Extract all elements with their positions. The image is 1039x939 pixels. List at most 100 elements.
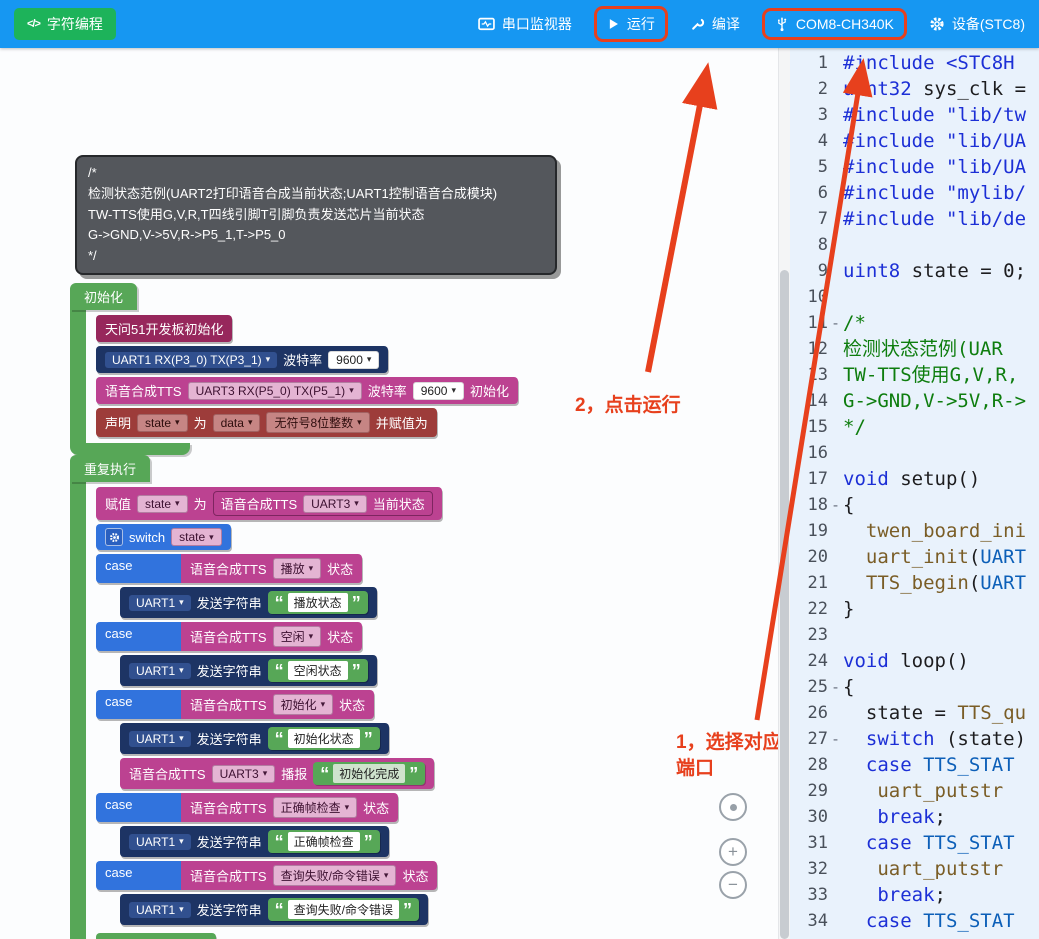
zoom-out-button[interactable]: −: [719, 871, 747, 899]
tts-port-dropdown[interactable]: UART3: [212, 765, 276, 783]
code-line: 14G->GND,V->5V,R->: [790, 388, 1039, 414]
code-line: 27- switch (state): [790, 726, 1039, 752]
uart-init-block[interactable]: UART1 RX(P3_0) TX(P3_1) 波特率 9600: [96, 346, 388, 373]
assign-block[interactable]: 赋值 state 为 语音合成TTS UART3 当前状态: [96, 487, 442, 520]
declare-variable-block[interactable]: 声明 state 为 data 无符号8位整数 并赋值为: [96, 408, 437, 437]
tts-baud-dropdown[interactable]: 9600: [413, 382, 464, 400]
case-keyword[interactable]: case: [96, 554, 181, 583]
run-button[interactable]: 运行: [594, 6, 668, 42]
uart-dropdown[interactable]: UART1: [129, 663, 191, 679]
fold-marker[interactable]: -: [828, 310, 843, 336]
tts-init-suffix: 初始化: [470, 381, 509, 400]
tts-state-dropdown[interactable]: 空闲: [273, 626, 322, 647]
uart-send-block[interactable]: UART1 发送字符串 正确帧检查: [120, 826, 389, 857]
case-keyword[interactable]: case: [96, 793, 181, 822]
tts-state-block[interactable]: 语音合成TTS 查询失败/命令错误 状态: [181, 861, 437, 890]
board-init-block[interactable]: 天问51开发板初始化: [96, 315, 232, 342]
code-text: state = TTS_qu: [843, 700, 1039, 726]
string-block[interactable]: 初始化状态: [268, 727, 380, 750]
uart-send-block[interactable]: UART1 发送字符串 初始化状态: [120, 723, 389, 754]
type-dropdown[interactable]: 无符号8位整数: [266, 412, 369, 433]
code-text: break;: [843, 804, 1039, 830]
port-select-button[interactable]: COM8-CH340K: [762, 8, 907, 40]
loop-hat-label[interactable]: 重复执行: [70, 455, 150, 482]
baud-dropdown[interactable]: 9600: [328, 351, 379, 369]
scrollbar-thumb[interactable]: [780, 270, 789, 939]
fold-gutter: [828, 284, 843, 310]
storage-dropdown[interactable]: data: [213, 414, 261, 432]
send-string-label: 发送字符串: [197, 661, 262, 680]
string-field[interactable]: 正确帧检查: [288, 832, 360, 851]
string-field[interactable]: 初始化完成: [333, 764, 405, 783]
string-field[interactable]: 播放状态: [288, 593, 348, 612]
code-panel[interactable]: 1#include <STC8H2uint32 sys_clk =3#inclu…: [790, 48, 1039, 939]
string-block[interactable]: 查询失败/命令错误: [268, 898, 419, 921]
uart-dropdown[interactable]: UART1: [129, 731, 191, 747]
code-text: void loop(): [843, 648, 1039, 674]
tts-label: 语音合成TTS: [190, 559, 267, 578]
tts-state-block[interactable]: 语音合成TTS 初始化 状态: [181, 690, 374, 719]
tts-state-block[interactable]: 语音合成TTS 正确帧检查 状态: [181, 793, 398, 822]
uart-send-block[interactable]: UART1 发送字符串 查询失败/命令错误: [120, 894, 428, 925]
fold-gutter: [828, 622, 843, 648]
line-number: 12: [790, 336, 828, 362]
uart-port-dropdown[interactable]: UART1 RX(P3_0) TX(P3_1): [105, 352, 277, 368]
serial-monitor-button[interactable]: 串口监视器: [478, 14, 572, 34]
switch-block[interactable]: switch state: [96, 524, 231, 550]
fold-marker[interactable]: -: [828, 492, 843, 518]
code-line: 34 case TTS_STAT: [790, 908, 1039, 934]
tts-port-dropdown[interactable]: UART3 RX(P5_0) TX(P5_1): [188, 382, 362, 400]
tts-state-dropdown[interactable]: 初始化: [273, 694, 334, 715]
fold-gutter: [828, 570, 843, 596]
tts-baud-label: 波特率: [368, 381, 407, 400]
string-field[interactable]: 初始化状态: [288, 729, 360, 748]
fold-gutter: [828, 180, 843, 206]
string-block[interactable]: 播放状态: [268, 591, 368, 614]
compile-button[interactable]: 编译: [690, 14, 740, 34]
line-number: 20: [790, 544, 828, 570]
char-programming-button[interactable]: </> 字符编程: [14, 8, 116, 40]
tts-state-dropdown[interactable]: 查询失败/命令错误: [273, 865, 397, 886]
string-block[interactable]: 初始化完成: [313, 762, 425, 785]
fold-marker[interactable]: -: [828, 726, 843, 752]
init-hat-label[interactable]: 初始化: [70, 283, 137, 310]
canvas-scrollbar[interactable]: [778, 48, 790, 939]
device-button[interactable]: 设备(STC8): [929, 14, 1025, 34]
assign-variable-dropdown[interactable]: state: [137, 495, 188, 513]
zoom-reset-button[interactable]: [719, 793, 747, 821]
string-block[interactable]: 空闲状态: [268, 659, 368, 682]
tts-state-block[interactable]: 语音合成TTS 播放 状态: [181, 554, 362, 583]
mutator-gear-icon[interactable]: [105, 528, 123, 546]
string-block[interactable]: 正确帧检查: [268, 830, 380, 853]
code-icon: </>: [27, 18, 40, 30]
case-keyword[interactable]: case: [96, 622, 181, 651]
tts-port-dropdown[interactable]: UART3: [303, 495, 367, 513]
delay-block[interactable]: 延时 500 毫秒: [96, 933, 216, 939]
uart-dropdown[interactable]: UART1: [129, 595, 191, 611]
comment-block[interactable]: /* 检测状态范例(UART2打印语音合成当前状态;UART1控制语音合成模块)…: [75, 155, 557, 275]
fold-gutter: [828, 700, 843, 726]
case-keyword[interactable]: case: [96, 690, 181, 719]
string-field[interactable]: 查询失败/命令错误: [288, 900, 399, 919]
string-field[interactable]: 空闲状态: [288, 661, 348, 680]
uart-send-block[interactable]: UART1 发送字符串 空闲状态: [120, 655, 377, 686]
uart-dropdown[interactable]: UART1: [129, 834, 191, 850]
loop-block-group[interactable]: 重复执行 赋值 state 为 语音合成TTS UART3 当前状态: [70, 455, 442, 939]
zoom-in-button[interactable]: +: [719, 838, 747, 866]
switch-variable-block[interactable]: state: [171, 528, 222, 546]
uart-dropdown[interactable]: UART1: [129, 902, 191, 918]
tts-init-block[interactable]: 语音合成TTS UART3 RX(P5_0) TX(P5_1) 波特率 9600…: [96, 377, 518, 404]
tts-state-dropdown[interactable]: 播放: [273, 558, 322, 579]
uart-send-block[interactable]: UART1 发送字符串 播放状态: [120, 587, 377, 618]
tts-broadcast-block[interactable]: 语音合成TTS UART3 播报 初始化完成: [120, 758, 434, 789]
tts-state-block[interactable]: 语音合成TTS 空闲 状态: [181, 622, 362, 651]
variable-dropdown[interactable]: state: [137, 414, 188, 432]
tts-state-dropdown[interactable]: 正确帧检查: [273, 797, 358, 818]
init-block-group[interactable]: 初始化 天问51开发板初始化 UART1 RX(P3_0) TX(P3_1) 波…: [70, 283, 518, 455]
fold-marker[interactable]: -: [828, 674, 843, 700]
tts-current-state-block[interactable]: 语音合成TTS UART3 当前状态: [213, 491, 433, 516]
device-label: 设备(STC8): [952, 14, 1025, 34]
case-keyword[interactable]: case: [96, 861, 181, 890]
block-canvas[interactable]: /* 检测状态范例(UART2打印语音合成当前状态;UART1控制语音合成模块)…: [0, 48, 778, 939]
tts-label: 语音合成TTS: [129, 764, 206, 783]
